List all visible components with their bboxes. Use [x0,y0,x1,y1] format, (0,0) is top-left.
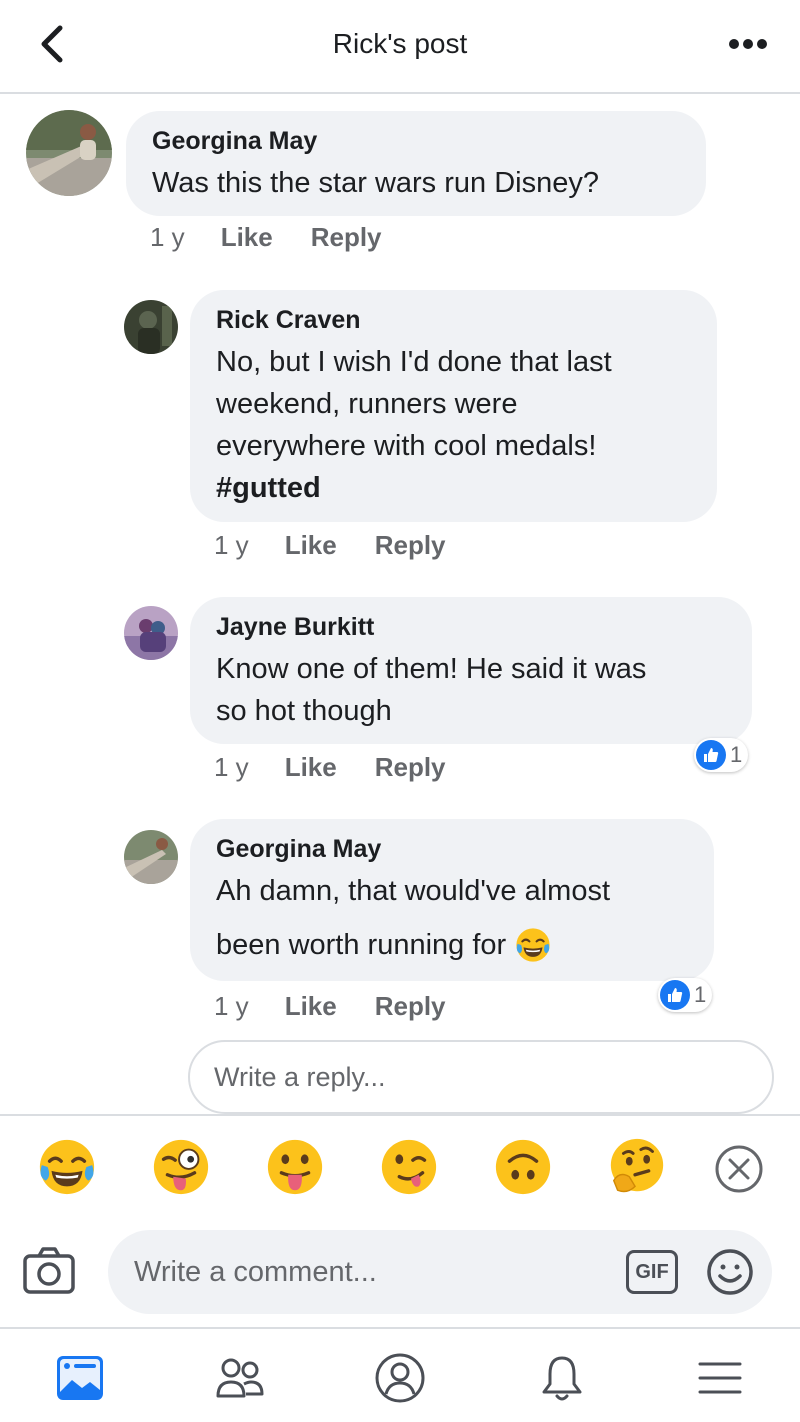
reply-button[interactable]: Reply [311,222,382,253]
like-button[interactable]: Like [285,530,337,561]
comment-text-line: everywhere with cool medals! [216,430,597,462]
tab-news-feed[interactable] [52,1350,108,1406]
tab-profile[interactable] [372,1350,428,1406]
reaction-count: 1 [694,982,707,1007]
notifications-icon [542,1356,582,1401]
comment-actions: 1 y Like Reply [214,991,484,1022]
reply-button[interactable]: Reply [375,991,446,1022]
thumbs-up-icon [696,740,726,770]
comment-text: been worth running for [216,929,507,961]
tab-notifications[interactable] [534,1350,590,1406]
like-button[interactable]: Like [221,222,273,253]
comment-time: 1 y [214,752,249,782]
comment-bubble: Rick Craven No, but I wish I'd done that… [190,290,717,522]
thumbs-up-icon [660,980,690,1010]
avatar[interactable] [124,606,178,660]
reply-button[interactable]: Reply [375,752,446,783]
comment-author[interactable]: Georgina May [152,127,680,156]
comment-actions: 1 y Like Reply [150,222,420,253]
tongue-out-emoji-icon[interactable] [264,1136,326,1198]
tab-menu[interactable] [692,1350,748,1406]
zany-face-emoji-icon[interactable] [150,1136,212,1198]
tears-of-joy-emoji-icon [516,928,550,962]
avatar[interactable] [124,830,178,884]
comment-text-line: so hot though [216,695,392,727]
comment-author[interactable]: Jayne Burkitt [216,613,726,642]
comment-time: 1 y [214,991,249,1021]
tears-of-joy-emoji-icon[interactable] [36,1136,98,1198]
divider [0,1327,800,1329]
more-dots-icon [729,39,767,49]
comment-bubble: Georgina May Ah damn, that would've almo… [190,819,714,981]
comment-text-line: Ah damn, that would've almost [216,875,611,907]
reaction-count-badge[interactable]: 1 [694,738,749,772]
comment-bubble: Jayne Burkitt Know one of them! He said … [190,597,752,744]
news-feed-icon [57,1356,103,1400]
reply-button[interactable]: Reply [375,530,446,561]
friends-icon [216,1358,264,1398]
comment-author[interactable]: Rick Craven [216,306,691,335]
comment-text-line: Know one of them! He said it was [216,653,647,685]
more-options-button[interactable] [724,24,772,64]
camera-icon[interactable] [22,1244,76,1298]
close-icon[interactable] [714,1144,764,1194]
comment-time: 1 y [150,222,185,252]
comment-actions: 1 y Like Reply [214,752,484,783]
menu-icon [698,1362,742,1394]
gif-button[interactable]: GIF [626,1250,678,1294]
emoji-suggestion-bar [0,1126,800,1216]
avatar[interactable] [124,300,178,354]
page-title: Rick's post [332,28,468,59]
comment-text-line-with-emoji: been worth running for [216,924,688,966]
comment-bubble: Georgina May Was this the star wars run … [126,111,706,216]
smiley-icon[interactable] [706,1248,754,1296]
winking-tongue-emoji-icon[interactable] [378,1136,440,1198]
thinking-face-emoji-icon[interactable] [606,1136,668,1198]
comment-placeholder: Write a comment... [134,1255,377,1288]
reaction-count: 1 [730,742,743,767]
comment-text-line: weekend, runners were [216,388,518,420]
comment-text-line: No, but I wish I'd done that last [216,346,612,378]
comment-time: 1 y [214,530,249,560]
hashtag-link[interactable]: #gutted [216,467,691,509]
header-bar: Rick's post [0,0,800,94]
comment-text: Was this the star wars run Disney? [152,167,599,199]
divider [0,1114,800,1116]
like-button[interactable]: Like [285,752,337,783]
profile-icon [375,1353,425,1403]
reply-placeholder: Write a reply... [214,1061,386,1092]
reply-input[interactable]: Write a reply... [188,1040,774,1114]
tab-friends[interactable] [212,1350,268,1406]
reaction-count-badge[interactable]: 1 [658,978,713,1012]
upside-down-face-emoji-icon[interactable] [492,1136,554,1198]
comment-actions: 1 y Like Reply [214,530,484,561]
comment-author[interactable]: Georgina May [216,835,688,864]
like-button[interactable]: Like [285,991,337,1022]
bottom-tab-bar [0,1330,800,1422]
avatar[interactable] [26,110,112,196]
